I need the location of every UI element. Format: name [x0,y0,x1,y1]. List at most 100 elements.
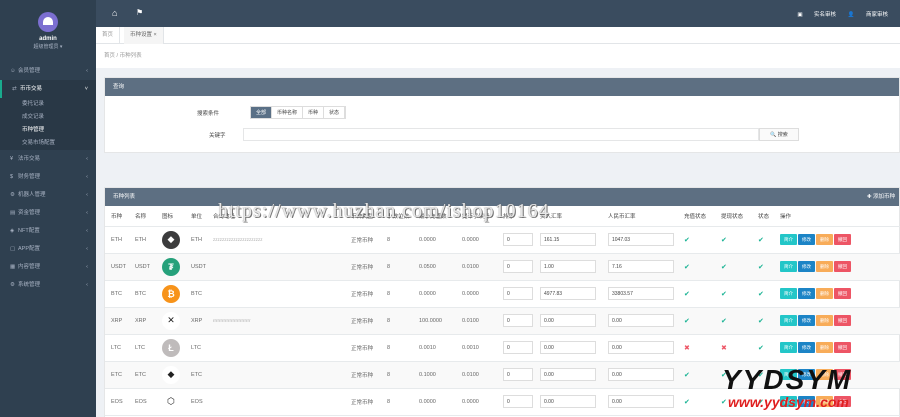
sidebar-item-4[interactable]: ⚙ 机器人管理 ‹ [0,186,96,204]
delete-button[interactable]: 删除 [816,261,833,272]
xrp-icon: ✕ [162,311,180,330]
sort-input[interactable]: 0 [503,287,533,300]
sidebar-item-2[interactable]: ¥ 法币交易 ‹ [0,150,96,168]
chevron-left-icon: ‹ [86,282,88,288]
edit-button[interactable]: 修改 [798,288,815,299]
sidebar-item-5[interactable]: ▤ 资金管理 ‹ [0,204,96,222]
cny-rate-input[interactable]: 0.00 [608,368,674,381]
sidebar-subitem-2[interactable]: 币种管理 [0,124,96,137]
cell-symbol: ETC [105,361,129,389]
sidebar-item-7[interactable]: ▢ APP配置 ‹ [0,240,96,258]
pin-icon[interactable]: ⚑ [136,8,143,17]
intro-button[interactable]: 简介 [780,234,797,245]
check-icon: ✔ [758,263,764,271]
revoke-button[interactable]: 撤回 [834,342,851,353]
keyword-input[interactable] [243,128,759,141]
sort-input[interactable]: 0 [503,260,533,273]
cny-rate-input[interactable]: 7.16 [608,260,674,273]
intro-button[interactable]: 简介 [780,288,797,299]
cell-icon: ◆ [156,361,185,389]
delete-button[interactable]: 删除 [816,315,833,326]
check-icon: ✔ [684,290,690,298]
buy-rate-input[interactable]: 0.00 [540,341,596,354]
segment-coin-name[interactable]: 币种名称 [272,107,304,118]
cny-rate-input[interactable]: 0.00 [608,314,674,327]
delete-button[interactable]: 删除 [816,342,833,353]
check-icon: ✔ [684,236,690,244]
intro-button[interactable]: 简介 [780,315,797,326]
check-icon: ✔ [758,317,764,325]
buy-rate-input[interactable]: 0.00 [540,368,596,381]
sidebar-item-9[interactable]: ⚙ 系统管理 ‹ [0,276,96,294]
cny-rate-input[interactable]: 0.00 [608,341,674,354]
cell-unit: EOS [185,388,207,416]
cell-fee: 0.0000 [456,280,497,308]
delete-button[interactable]: 删除 [816,288,833,299]
column-header: 名称 [129,206,156,227]
cell-type: 正常币种 [345,226,381,254]
add-coin-button[interactable]: ✚ 添加币种 [867,188,895,206]
revoke-button[interactable]: 撤回 [834,234,851,245]
buy-rate-input[interactable]: 1.00 [540,260,596,273]
cell-type: 正常币种 [345,361,381,389]
sidebar-subitem-1[interactable]: 成交记录 [0,111,96,124]
sort-input[interactable]: 0 [503,395,533,408]
cny-rate-input[interactable]: 33803.57 [608,287,674,300]
buy-rate-input[interactable]: 0.00 [540,395,596,408]
cell-cny-rate: 0.00 [602,388,678,416]
wallet-icon: ▤ [10,210,16,216]
cell-actions: 简介 修改 删除 撤回 [774,307,900,335]
cny-rate-input[interactable]: 1047.03 [608,233,674,246]
cell-deposit-status: ✔ [678,226,715,254]
sidebar-item-0[interactable]: ☺ 会员管理 ‹ [0,62,96,80]
cell-fee: 0.0000 [456,388,497,416]
buy-rate-input[interactable]: 4977.83 [540,287,596,300]
segment-coin[interactable]: 币种 [303,107,325,118]
sort-input[interactable]: 0 [503,314,533,327]
check-icon: ✔ [721,317,727,325]
revoke-button[interactable]: 撤回 [834,261,851,272]
intro-button[interactable]: 简介 [780,261,797,272]
cny-rate-input[interactable]: 0.00 [608,395,674,408]
segment-all[interactable]: 全部 [251,107,273,118]
edit-button[interactable]: 修改 [798,261,815,272]
segment-status[interactable]: 状态 [324,107,346,118]
avatar[interactable] [38,12,58,32]
cell-min-deposit: 100.0000 [413,307,456,335]
sidebar-item-1[interactable]: ⇄ 币币交易 ˅ [0,80,96,98]
sort-input[interactable]: 0 [503,233,533,246]
revoke-button[interactable]: 撤回 [834,315,851,326]
sidebar-item-8[interactable]: ▦ 内容管理 ‹ [0,258,96,276]
delete-button[interactable]: 删除 [816,234,833,245]
sidebar-subitem-0[interactable]: 委托记录 [0,98,96,111]
buy-rate-input[interactable]: 161.15 [540,233,596,246]
intro-button[interactable]: 简介 [780,342,797,353]
home-icon[interactable]: ⌂ [112,8,117,18]
cell-type: 正常币种 [345,253,381,281]
user-role-dropdown[interactable]: 超级管理员 ▾ [0,43,96,50]
sidebar-item-3[interactable]: $ 财务管理 ‹ [0,168,96,186]
table-row: USDT USDT ₮ USDT 正常币种 8 0.0500 0.0100 0 1.00 7.16 ✔… [105,253,900,281]
search-button[interactable]: 🔍 搜索 [759,128,799,141]
sidebar-item-6[interactable]: ◈ NFT配置 ‹ [0,222,96,240]
sidebar-item-label: 机器人管理 [18,192,46,198]
cell-fee: 0.0100 [456,361,497,389]
revoke-button[interactable]: 撤回 [834,288,851,299]
cell-name: BTC [129,280,156,308]
edit-button[interactable]: 修改 [798,315,815,326]
merchant-review-link[interactable]: 👤 商家审核 [848,12,888,18]
edit-button[interactable]: 修改 [798,342,815,353]
cell-contract: zzzzzzzzzzzzzzzzzzzzzz [207,226,345,254]
sort-input[interactable]: 0 [503,368,533,381]
tab-home[interactable]: 首页 [96,27,121,44]
tab-coin-settings[interactable]: 币种设置 × [124,27,164,44]
sidebar-subitem-3[interactable]: 交易市场配置 [0,137,96,150]
sort-input[interactable]: 0 [503,341,533,354]
buy-rate-input[interactable]: 0.00 [540,314,596,327]
cell-contract [207,334,345,362]
cell-symbol: XRP [105,307,129,335]
cell-status: ✔ [752,280,774,308]
realname-review-link[interactable]: ▣ 实名审核 [797,12,836,18]
sidebar-item-label: 系统管理 [18,282,41,288]
edit-button[interactable]: 修改 [798,234,815,245]
